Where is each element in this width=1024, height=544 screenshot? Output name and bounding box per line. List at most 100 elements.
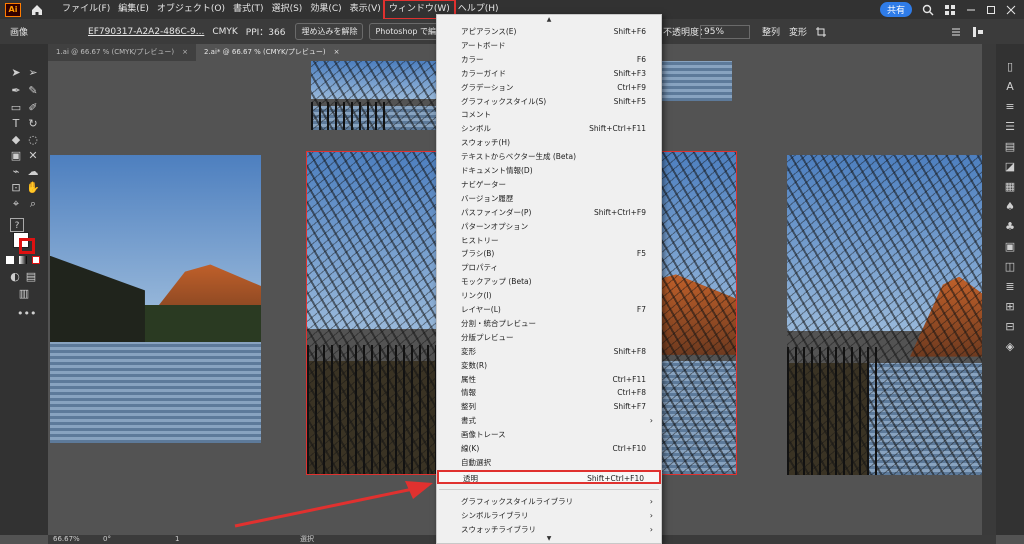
paragraph-panel-icon[interactable]: ≡ [1003, 100, 1017, 114]
appearance-panel-icon[interactable]: ◫ [1003, 260, 1017, 274]
opentype-panel-icon[interactable]: ☰ [1003, 120, 1017, 134]
lasso-icon[interactable]: ◌ [26, 133, 40, 147]
color-panel-icon[interactable]: ◪ [1003, 160, 1017, 174]
artboard-tool-icon[interactable]: ⊡ [9, 181, 23, 195]
menu-select[interactable]: 選択(S) [268, 1, 307, 18]
menu-item[interactable]: ドキュメント情報(D) [437, 164, 661, 178]
menu-item[interactable]: グラデーション Ctrl+F9 [437, 81, 661, 95]
minimize-icon[interactable] [966, 5, 976, 15]
graphic-styles-panel-icon[interactable]: ▣ [1003, 240, 1017, 254]
arrange-icon[interactable] [972, 26, 984, 38]
menu-item[interactable]: コメント [437, 108, 661, 122]
menu-item[interactable]: 線(K) Ctrl+F10 [437, 442, 661, 456]
menu-item[interactable]: アートボード [437, 39, 661, 53]
menu-item[interactable]: ヒストリー [437, 234, 661, 248]
menu-item[interactable]: 変形 Shift+F8 [437, 345, 661, 359]
fill-stroke-swatch[interactable] [13, 232, 35, 254]
artwork-image-right[interactable] [787, 155, 992, 475]
more-tools-icon[interactable]: ••• [17, 307, 36, 321]
artwork-image-left[interactable] [50, 155, 261, 443]
menu-item[interactable]: アピアランス(E) Shift+F6 [437, 25, 661, 39]
menu-item[interactable]: 整列 Shift+F7 [437, 400, 661, 414]
brushes-panel-icon[interactable]: ♠ [1003, 200, 1017, 214]
workspace-icon[interactable] [944, 4, 956, 16]
eyedropper-icon[interactable]: ✕ [26, 149, 40, 163]
rotate-view[interactable]: 0° [103, 535, 111, 544]
menu-view[interactable]: 表示(V) [346, 1, 385, 18]
menu-item[interactable]: シンボル Shift+Ctrl+F11 [437, 122, 661, 136]
vertical-scrollbar[interactable] [982, 44, 996, 535]
menu-item[interactable]: レイヤー(L) F7 [437, 303, 661, 317]
scroll-up-icon[interactable]: ▲ [437, 15, 661, 25]
library-menu-item[interactable]: シンボルライブラリ › [437, 509, 661, 523]
gradient-mode-icon[interactable] [19, 256, 27, 264]
change-screen-icon[interactable]: ▥ [17, 287, 31, 301]
menu-item[interactable]: パターンオプション [437, 220, 661, 234]
menu-effect[interactable]: 効果(C) [306, 1, 345, 18]
zoom-level[interactable]: 66.67% [53, 535, 80, 544]
eraser-icon[interactable]: ◆ [9, 133, 23, 147]
menu-item[interactable]: プロパティ [437, 261, 661, 275]
artboard-number[interactable]: 1 [175, 535, 179, 544]
menu-item[interactable]: 画像トレース [437, 428, 661, 442]
symbol-sprayer-icon[interactable]: ☁ [26, 165, 40, 179]
menu-item[interactable]: 変数(R) [437, 359, 661, 373]
close-tab-icon[interactable]: × [334, 44, 340, 61]
character-panel-icon[interactable]: A [1003, 80, 1017, 94]
type-tool-icon[interactable]: T [9, 117, 23, 131]
menu-item[interactable]: カラーガイド Shift+F3 [437, 67, 661, 81]
menu-item[interactable]: リンク(I) [437, 289, 661, 303]
layers-panel-icon[interactable]: ◈ [1003, 340, 1017, 354]
align-link[interactable]: 整列 [762, 25, 780, 38]
menu-file[interactable]: ファイル(F) [58, 1, 114, 18]
selection-tool-icon[interactable]: ➤ [9, 66, 23, 80]
menu-item[interactable]: 属性 Ctrl+F11 [437, 373, 661, 387]
menu-item[interactable]: 分版プレビュー [437, 331, 661, 345]
menu-item[interactable]: モックアップ (Beta) [437, 275, 661, 289]
menu-item[interactable]: スウォッチ(H) [437, 136, 661, 150]
menu-item[interactable]: 書式 › [437, 414, 661, 428]
opacity-input[interactable]: 95% [700, 24, 750, 39]
menu-item[interactable]: 情報 Ctrl+F8 [437, 386, 661, 400]
blend-tool-icon[interactable]: ⌁ [9, 165, 23, 179]
color-mode-icon[interactable] [6, 256, 14, 264]
libraries-panel-icon[interactable]: ▤ [1003, 140, 1017, 154]
search-icon[interactable] [922, 4, 934, 16]
transform-panel-icon[interactable]: ⊟ [1003, 320, 1017, 334]
menu-item[interactable]: 自動選択 [437, 456, 661, 470]
linked-file-name[interactable]: EF790317-A2A2-486C-9... [88, 27, 204, 37]
menu-item[interactable]: グラフィックスタイル(S) Shift+F5 [437, 95, 661, 109]
gradient-tool-icon[interactable]: ▣ [9, 149, 23, 163]
screen-mode-icon[interactable]: ▤ [24, 270, 38, 284]
edit-in-photoshop-button[interactable]: Photoshop で編集 [369, 23, 442, 40]
panel-menu-icon[interactable] [950, 26, 962, 38]
hand-tool-icon[interactable]: ✋ [26, 181, 40, 195]
symbols-panel-icon[interactable]: ♣ [1003, 220, 1017, 234]
close-icon[interactable] [1006, 5, 1016, 15]
zoom-tool-icon[interactable]: ⌕ [26, 197, 40, 211]
scroll-down-icon[interactable]: ▼ [437, 535, 661, 542]
menu-item[interactable]: テキストからベクター生成 (Beta) [437, 150, 661, 164]
stroke-panel-icon[interactable]: ≣ [1003, 280, 1017, 294]
swatches-panel-icon[interactable]: ▦ [1003, 180, 1017, 194]
menu-item[interactable]: カラー F6 [437, 53, 661, 67]
share-button[interactable]: 共有 [879, 2, 912, 17]
menu-item[interactable]: 分割・統合プレビュー [437, 317, 661, 331]
paintbrush-icon[interactable]: ✐ [26, 101, 40, 115]
direct-selection-icon[interactable]: ➢ [26, 66, 40, 80]
rectangle-tool-icon[interactable]: ▭ [9, 101, 23, 115]
menu-item[interactable]: バージョン履歴 [437, 192, 661, 206]
menu-object[interactable]: オブジェクト(O) [153, 1, 229, 18]
tab-document-2[interactable]: 2.ai* @ 66.67 % (CMYK/プレビュー) × [196, 44, 348, 61]
draw-mode-icon[interactable]: ◐ [8, 270, 22, 284]
menu-edit[interactable]: 編集(E) [114, 1, 153, 18]
menu-item[interactable]: ブラシ(B) F5 [437, 247, 661, 261]
menu-item[interactable]: ナビゲーター [437, 178, 661, 192]
rotate-tool-icon[interactable]: ↻ [26, 117, 40, 131]
curvature-icon[interactable]: ✎ [26, 84, 40, 98]
transform-link[interactable]: 変形 [789, 25, 807, 38]
width-tool-icon[interactable]: ⌖ [9, 197, 23, 211]
menu-item[interactable]: パスファインダー(P) Shift+Ctrl+F9 [437, 206, 661, 220]
close-tab-icon[interactable]: × [182, 44, 188, 61]
help-icon[interactable]: ? [10, 218, 24, 232]
